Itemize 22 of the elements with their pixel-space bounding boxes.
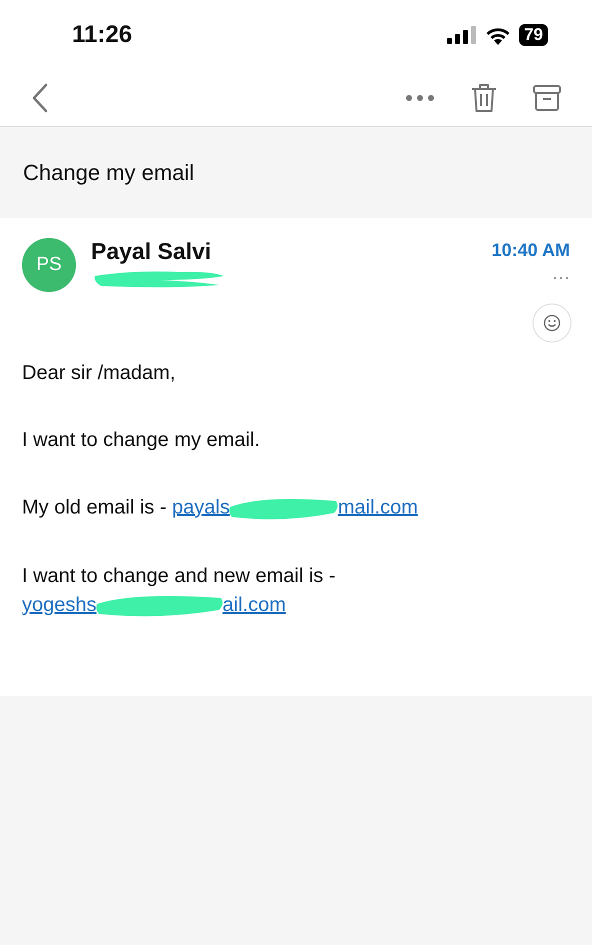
email-link[interactable]: yogeshs: [22, 591, 96, 619]
message-more-button[interactable]: ···: [552, 269, 570, 285]
message-time: 10:40 AM: [492, 240, 570, 261]
archive-icon[interactable]: [533, 85, 561, 111]
email-subject: Change my email: [23, 160, 194, 186]
sender-avatar: PS: [22, 238, 76, 292]
sender-name: Payal Salvi: [91, 237, 212, 266]
wifi-icon: [485, 26, 512, 44]
reaction-icon[interactable]: [532, 303, 572, 343]
body-text: My old email is -: [22, 496, 168, 518]
clock-time: 11:26: [72, 21, 132, 49]
body-text: I want to change and new email is -: [22, 565, 336, 587]
back-icon[interactable]: [32, 83, 48, 113]
battery-level: 79: [519, 24, 548, 46]
body-text: Dear sir /madam,: [22, 362, 176, 384]
trash-icon[interactable]: [471, 83, 497, 113]
body-text: I want to change my email.: [22, 429, 260, 451]
email-link[interactable]: ail.com: [222, 591, 286, 619]
email-link[interactable]: mail.com: [338, 496, 418, 518]
email-link[interactable]: payals: [172, 496, 230, 518]
more-icon[interactable]: [405, 94, 435, 102]
signal-icon: [447, 26, 478, 44]
